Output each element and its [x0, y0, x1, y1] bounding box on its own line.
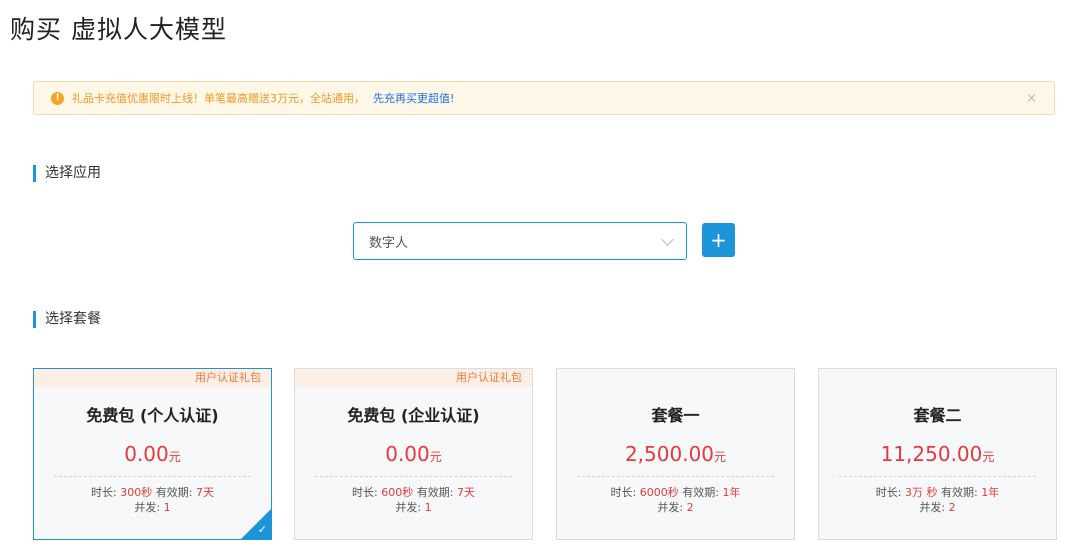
- validity-value: 7天: [456, 486, 475, 499]
- exclamation-circle-icon: !: [51, 91, 64, 105]
- price-unit: 元: [982, 450, 995, 464]
- plan-price: 0.00元: [34, 442, 271, 466]
- duration-value: 6000秒: [639, 486, 679, 499]
- promo-notice: ! 礼品卡充值优惠限时上线！单笔最高赠送3万元，全站通用， 先充再买更超值! ×: [33, 81, 1055, 115]
- close-icon[interactable]: ×: [1026, 91, 1037, 106]
- validity-label: 有效期:: [416, 486, 454, 499]
- plan-concurrency: 并发: 2: [557, 499, 794, 515]
- plan-concurrency: 并发: 2: [819, 499, 1056, 515]
- plan-concurrency: 并发: 1: [295, 499, 532, 515]
- plan-name: 套餐一: [651, 406, 700, 425]
- plan-card[interactable]: 套餐一 2,500.00元 时长: 6000秒 有效期: 1年 并发: 2: [556, 368, 795, 540]
- concurrency-label: 并发:: [134, 501, 161, 514]
- price-unit: 元: [168, 450, 181, 464]
- concurrency-label: 并发:: [919, 501, 946, 514]
- duration-label: 时长:: [352, 486, 378, 499]
- plan-concurrency: 并发: 1: [34, 499, 271, 515]
- checkmark-icon: ✓: [257, 523, 267, 536]
- plan-card[interactable]: 用户认证礼包 免费包 (个人认证) 0.00元 时长: 300秒 有效期: 7天…: [33, 368, 272, 540]
- plan-price: 11,250.00元: [819, 442, 1056, 466]
- plan-name: 套餐二: [913, 406, 962, 425]
- divider: [315, 476, 512, 477]
- validity-value: 7天: [195, 486, 214, 499]
- validity-label: 有效期:: [155, 486, 193, 499]
- concurrency-label: 并发:: [395, 501, 422, 514]
- page-title: 购买 虚拟人大模型: [10, 15, 227, 44]
- divider: [839, 476, 1036, 477]
- plan-name: 免费包 (个人认证): [86, 406, 219, 425]
- app-select-value: 数字人: [369, 235, 409, 251]
- notice-text: 礼品卡充值优惠限时上线！单笔最高赠送3万元，全站通用，: [72, 92, 365, 105]
- plan-card[interactable]: 用户认证礼包 免费包 (企业认证) 0.00元 时长: 600秒 有效期: 7天…: [294, 368, 533, 540]
- concurrency-label: 并发:: [657, 501, 684, 514]
- duration-value: 600秒: [381, 486, 414, 499]
- plan-price-value: 0.00: [124, 442, 169, 466]
- validity-value: 1年: [981, 486, 1000, 499]
- plan-price: 2,500.00元: [557, 442, 794, 466]
- chevron-down-icon: [661, 233, 674, 246]
- divider: [577, 476, 774, 477]
- plan-badge: 用户认证礼包: [34, 369, 271, 387]
- duration-label: 时长:: [91, 486, 117, 499]
- concurrency-value: 1: [163, 501, 171, 514]
- section-title-app: 选择应用: [33, 165, 101, 182]
- plan-name: 免费包 (企业认证): [347, 406, 480, 425]
- validity-label: 有效期:: [941, 486, 978, 499]
- section-title-plan: 选择套餐: [33, 311, 101, 328]
- app-select[interactable]: 数字人: [353, 222, 687, 260]
- price-unit: 元: [429, 450, 442, 464]
- validity-label: 有效期:: [682, 486, 719, 499]
- duration-label: 时长:: [875, 486, 902, 499]
- plan-price-value: 11,250.00: [880, 442, 983, 466]
- plan-card[interactable]: 套餐二 11,250.00元 时长: 3万 秒 有效期: 1年 并发: 2: [818, 368, 1057, 540]
- plan-duration-validity: 时长: 300秒 有效期: 7天: [34, 484, 271, 500]
- concurrency-value: 2: [948, 501, 956, 514]
- concurrency-value: 1: [424, 501, 432, 514]
- plan-duration-validity: 时长: 600秒 有效期: 7天: [295, 484, 532, 500]
- concurrency-value: 2: [686, 501, 694, 514]
- plan-price-value: 0.00: [385, 442, 430, 466]
- duration-label: 时长:: [610, 486, 637, 499]
- plan-duration-validity: 时长: 6000秒 有效期: 1年: [557, 484, 794, 500]
- plan-badge: 用户认证礼包: [295, 369, 532, 387]
- plan-price: 0.00元: [295, 442, 532, 466]
- add-app-button[interactable]: +: [702, 223, 735, 257]
- notice-recharge-link[interactable]: 先充再买更超值!: [373, 90, 454, 106]
- duration-value: 3万 秒: [905, 486, 938, 499]
- price-unit: 元: [714, 450, 727, 464]
- plan-price-value: 2,500.00: [624, 442, 715, 466]
- plan-duration-validity: 时长: 3万 秒 有效期: 1年: [819, 484, 1056, 500]
- divider: [54, 476, 251, 477]
- validity-value: 1年: [722, 486, 741, 499]
- duration-value: 300秒: [120, 486, 153, 499]
